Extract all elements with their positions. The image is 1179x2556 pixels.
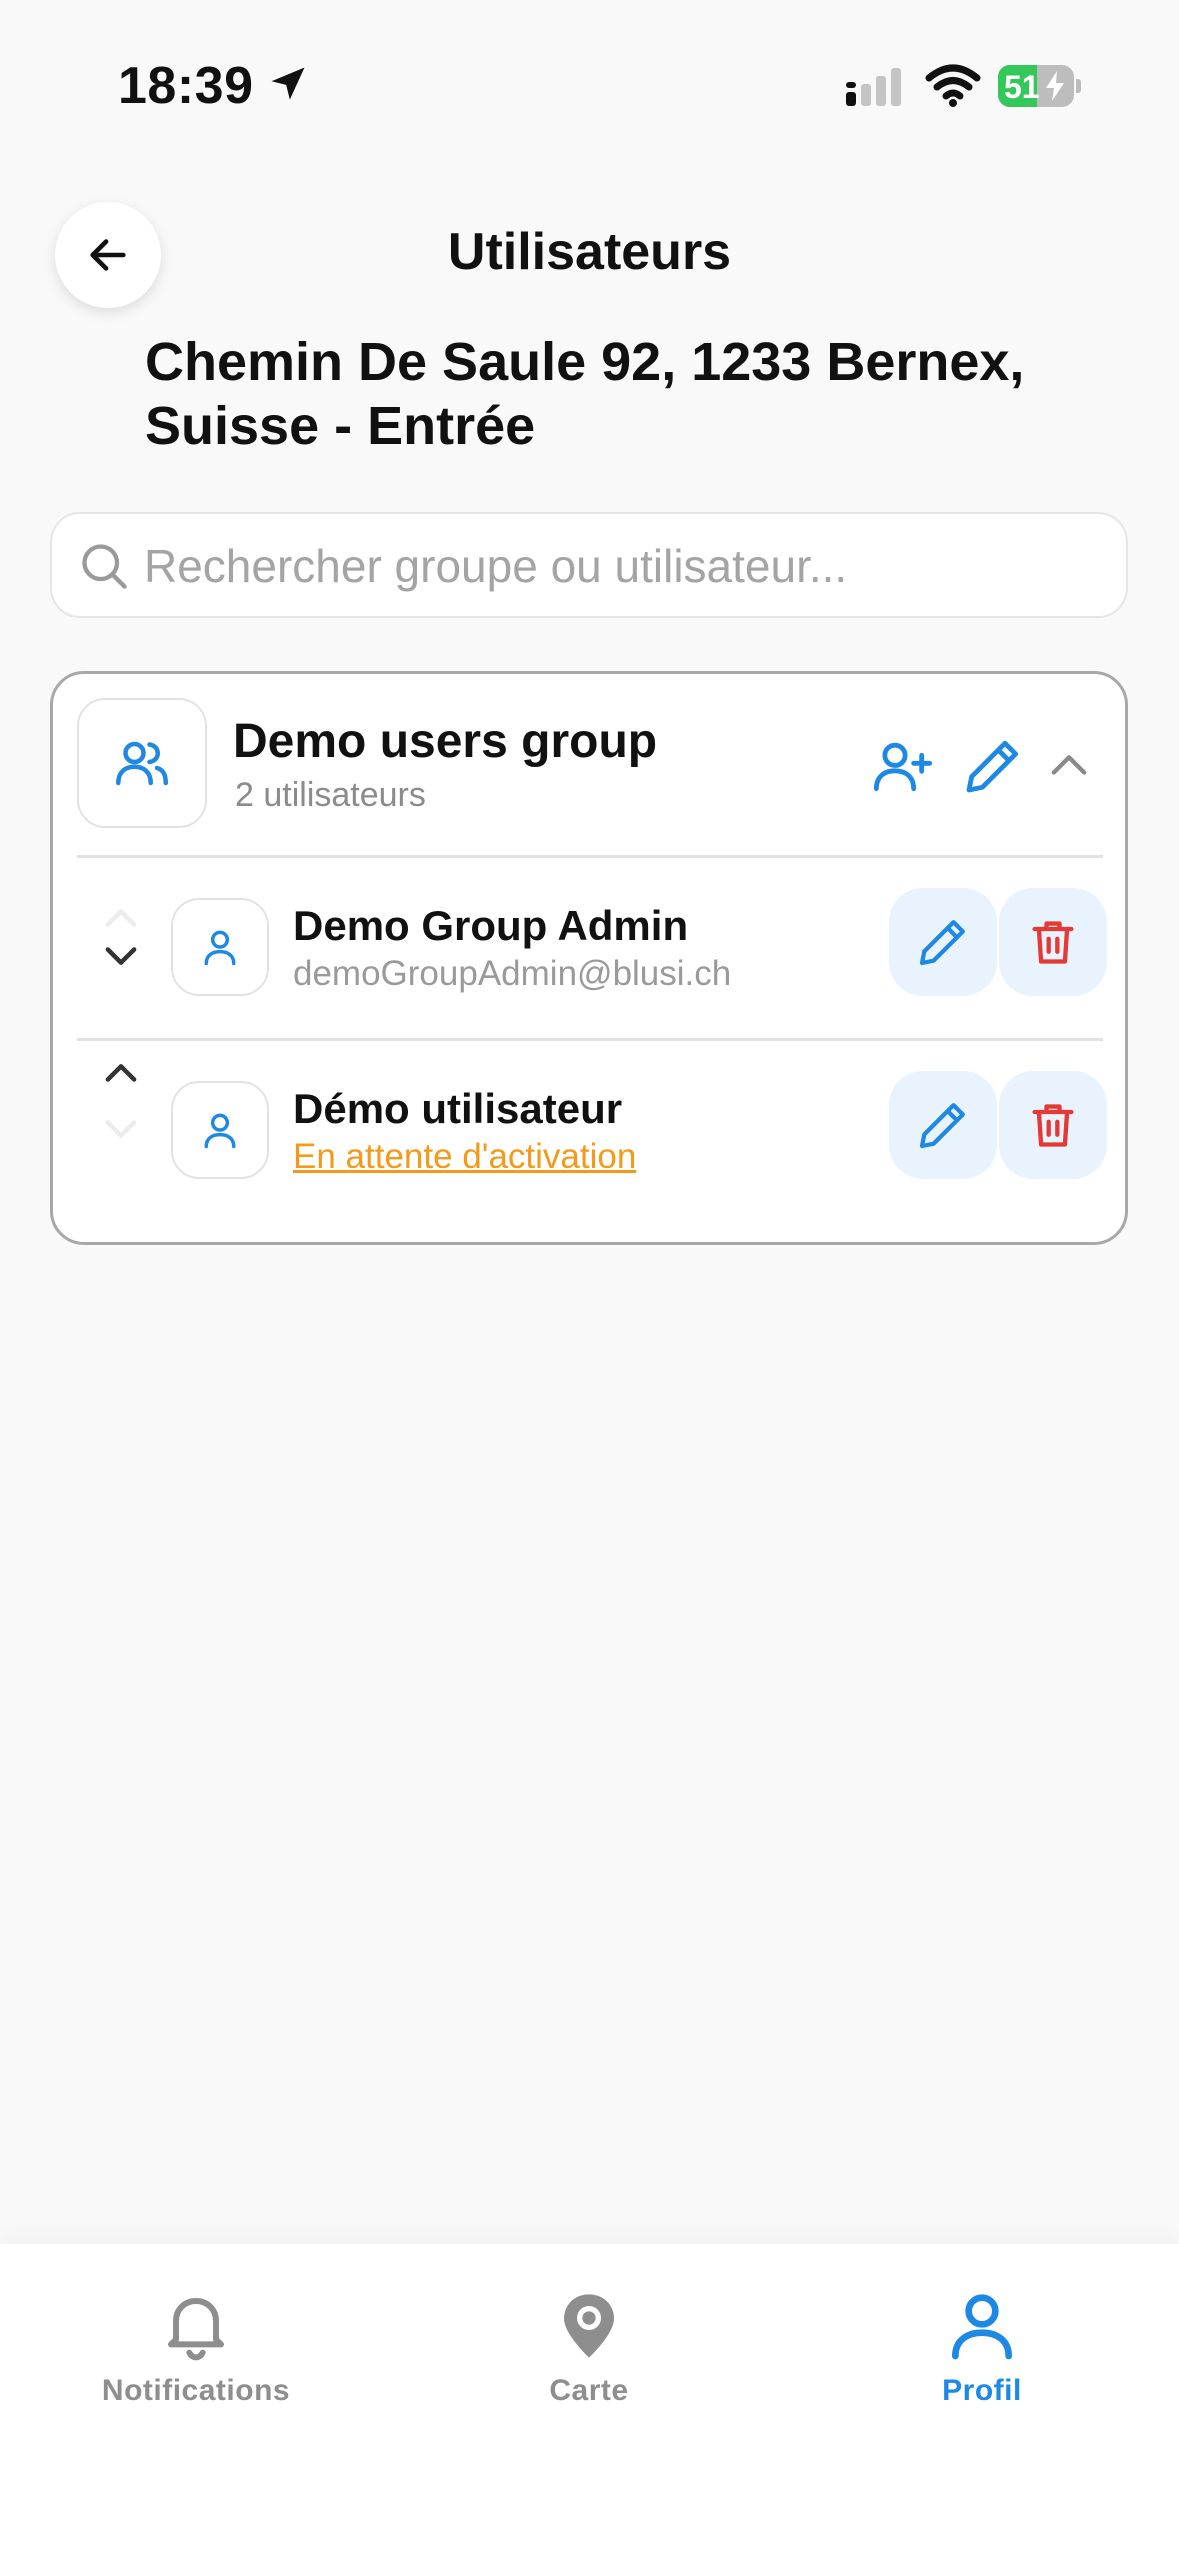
tab-label: Notifications: [101, 2374, 291, 2407]
wifi-icon: [925, 64, 981, 107]
pencil-icon: [919, 920, 965, 966]
battery-level: 51: [1004, 69, 1040, 105]
user-name: Démo utilisateur: [293, 1085, 623, 1132]
battery-charging-icon: 51: [998, 65, 1082, 107]
tab-carte[interactable]: Carte: [439, 2286, 739, 2416]
status-time: 18:39: [118, 57, 254, 115]
edit-group-pencil-icon[interactable]: [961, 734, 1025, 798]
bell-icon: [168, 2298, 224, 2361]
move-down-icon[interactable]: [98, 942, 144, 972]
divider: [77, 1038, 1103, 1041]
add-user-icon[interactable]: [871, 734, 935, 798]
user-icon: [952, 2294, 1012, 2360]
page-title: Utilisateurs: [447, 223, 732, 281]
tab-label: Profil: [942, 2374, 1022, 2407]
user-name: Demo Group Admin: [293, 902, 689, 949]
edit-user-button[interactable]: [889, 1071, 997, 1179]
bottom-tab-bar: Notifications Carte Profil: [0, 2244, 1179, 2556]
pencil-icon: [919, 1103, 965, 1149]
tab-notifications[interactable]: Notifications: [46, 2286, 346, 2416]
address-heading: Chemin De Saule 92, 1233 Bernex, Suisse …: [145, 332, 1025, 456]
user-icon: [204, 1113, 236, 1149]
user-email: demoGroupAdmin@blusi.ch: [293, 954, 732, 993]
delete-user-button[interactable]: [999, 888, 1107, 996]
group-card: Demo users group 2 utilisateurs Demo Gro…: [50, 671, 1128, 1245]
pending-activation-link[interactable]: En attente d'activation: [293, 1137, 636, 1177]
tab-label: Carte: [549, 2374, 629, 2407]
cellular-signal-icon: [846, 68, 901, 106]
location-arrow-icon: [271, 67, 305, 100]
trash-icon: [1032, 921, 1074, 964]
edit-user-button[interactable]: [889, 888, 997, 996]
group-user-count: 2 utilisateurs: [235, 776, 426, 814]
tab-profil[interactable]: Profil: [832, 2286, 1132, 2416]
chevron-up-icon[interactable]: [1043, 740, 1095, 792]
trash-icon: [1032, 1104, 1074, 1147]
move-up-icon[interactable]: [98, 1057, 144, 1087]
delete-user-button[interactable]: [999, 1071, 1107, 1179]
search-input[interactable]: [142, 514, 1106, 618]
user-icon: [204, 930, 236, 966]
user-row[interactable]: Demo Group Admin demoGroupAdmin@blusi.ch: [53, 874, 1125, 1024]
status-bar: 18:39 51: [0, 0, 1179, 170]
group-name: Demo users group: [233, 715, 658, 768]
search-bar[interactable]: [50, 512, 1128, 618]
search-icon: [82, 544, 127, 589]
move-up-icon: [105, 909, 137, 927]
divider: [77, 855, 1103, 858]
users-icon: [116, 741, 168, 786]
avatar: [171, 898, 269, 996]
avatar: [171, 1081, 269, 1179]
move-down-icon: [105, 1120, 137, 1138]
group-avatar: [77, 698, 207, 828]
map-pin-icon: [564, 2294, 614, 2358]
user-row[interactable]: Démo utilisateur En attente d'activation: [53, 1057, 1125, 1207]
